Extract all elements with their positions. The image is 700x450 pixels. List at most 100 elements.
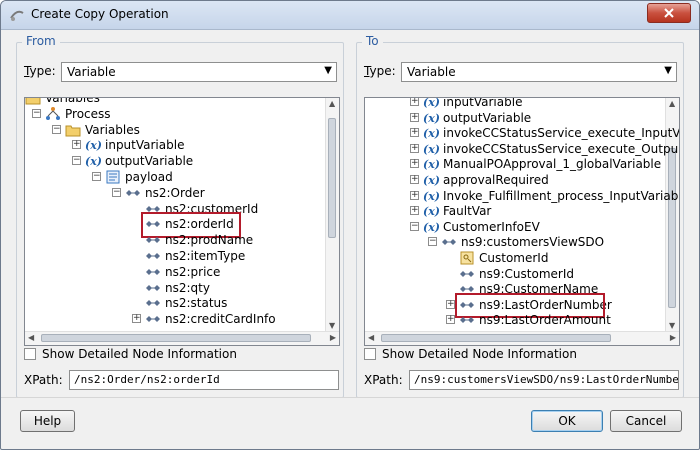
scroll-right-icon[interactable]: ▶ xyxy=(670,333,676,342)
scroll-down-icon[interactable]: ▼ xyxy=(329,321,335,330)
from-tree-node[interactable]: − Variables xyxy=(25,122,325,138)
title-bar: Create Copy Operation xyxy=(1,1,699,30)
svg-text:(x): (x) xyxy=(423,97,439,109)
from-xpath-label: XPath: xyxy=(24,373,63,387)
collapse-icon[interactable]: − xyxy=(92,172,101,181)
element-icon xyxy=(145,264,161,280)
to-xpath-row: XPath: /ns9:customersViewSDO/ns9:LastOrd… xyxy=(364,370,680,390)
collapse-icon[interactable]: − xyxy=(72,156,81,166)
from-tree-node[interactable]: + ns2:creditCardInfo xyxy=(25,311,325,327)
from-tree-node[interactable]: − Process xyxy=(25,106,325,122)
variable-icon: (x) xyxy=(423,125,440,141)
to-tree-node[interactable]: + (x) FaultVar xyxy=(365,203,665,219)
from-tree-node-label: ns2:price xyxy=(165,264,221,279)
variable-icon: (x) xyxy=(423,203,440,219)
collapse-icon[interactable]: − xyxy=(410,221,419,231)
expand-icon[interactable]: + xyxy=(410,206,419,216)
to-tree-node-label: ManualPOApproval_1_globalVariable xyxy=(443,157,662,172)
expand-icon[interactable]: + xyxy=(446,315,455,325)
scroll-up-icon[interactable]: ▲ xyxy=(669,99,675,108)
to-tree-node[interactable]: + ns9:LastOrderAmount xyxy=(365,312,665,328)
expand-icon[interactable]: + xyxy=(410,175,419,184)
to-type-row: Type: Variable ▼ xyxy=(364,62,680,82)
to-type-select[interactable]: Variable ▼ xyxy=(401,62,677,82)
from-xpath-field[interactable]: /ns2:Order/ns2:orderId xyxy=(69,370,339,390)
from-tree-node-label: ns2:Order xyxy=(145,185,205,200)
from-type-select[interactable]: Variable ▼ xyxy=(61,62,337,82)
from-tree-node[interactable]: ns2:price xyxy=(25,264,325,280)
to-xpath-field[interactable]: /ns9:customersViewSDO/ns9:LastOrderNumbe… xyxy=(409,370,679,390)
from-tree-node[interactable]: − payload xyxy=(25,169,325,185)
to-hscroll-thumb[interactable] xyxy=(381,334,611,342)
from-panel: From Type: Variable ▼ ▲ ▼ ◀ ▶ Variables −… xyxy=(16,34,344,398)
to-tree-node[interactable]: + (x) outputVariable xyxy=(365,110,665,126)
to-tree[interactable]: ▲ ▼ ◀ ▶ + (x) inputVariable + (x) outputVaria… xyxy=(364,97,680,346)
to-tree-node[interactable]: + (x) Invoke_Fulfillment_process_InputVari… xyxy=(365,188,678,204)
variable-icon: (x) xyxy=(85,153,102,169)
expand-icon[interactable]: + xyxy=(410,98,419,106)
scroll-left-icon[interactable]: ◀ xyxy=(28,333,34,342)
to-tree-node[interactable]: ns9:CustomerId xyxy=(365,266,665,282)
to-tree-node[interactable]: + (x) approvalRequired xyxy=(365,172,665,188)
to-tree-node[interactable]: + (x) inputVariable xyxy=(365,97,665,110)
from-show-detail-checkbox[interactable] xyxy=(24,348,36,360)
expand-icon[interactable]: + xyxy=(410,190,419,200)
svg-text:(x): (x) xyxy=(423,174,439,187)
from-tree-node[interactable]: ns2:qty xyxy=(25,280,325,296)
scroll-down-icon[interactable]: ▼ xyxy=(669,321,675,330)
svg-text:(x): (x) xyxy=(85,155,101,168)
from-tree-node-label: Variables xyxy=(45,97,100,105)
expand-icon[interactable]: + xyxy=(410,112,419,122)
variable-icon: (x) xyxy=(85,137,102,153)
from-tree-node[interactable]: Variables xyxy=(25,97,325,106)
to-tree-node[interactable]: + (x) invokeCCStatusService_execute_InputV xyxy=(365,125,679,141)
to-tree-node[interactable]: + (x) invokeCCStatusService_execute_Outpu xyxy=(365,141,678,157)
from-horizontal-scrollbar[interactable]: ◀ ▶ xyxy=(25,331,339,345)
cancel-button[interactable]: Cancel xyxy=(610,410,682,432)
scroll-right-icon[interactable]: ▶ xyxy=(330,333,336,342)
from-tree-node[interactable]: − (x) outputVariable xyxy=(25,153,325,169)
to-tree-node[interactable]: − ns9:customersViewSDO xyxy=(365,234,665,250)
expand-icon[interactable]: + xyxy=(410,159,419,169)
from-tree-node-label: ns2:itemType xyxy=(165,249,246,263)
help-button[interactable]: Help xyxy=(20,410,75,432)
to-type-value: Variable xyxy=(407,65,456,79)
to-tree-node[interactable]: + (x) ManualPOApproval_1_globalVariable xyxy=(365,156,665,172)
to-tree-node-label: ns9:CustomerId xyxy=(479,266,574,281)
collapse-icon[interactable]: − xyxy=(52,124,61,134)
svg-text:(x): (x) xyxy=(423,205,439,218)
scroll-left-icon[interactable]: ◀ xyxy=(368,333,374,342)
to-horizontal-scrollbar[interactable]: ◀ ▶ xyxy=(365,331,679,345)
variable-icon: (x) xyxy=(423,172,440,188)
from-tree-node[interactable]: + (x) inputVariable xyxy=(25,137,325,153)
element-icon xyxy=(145,232,161,248)
from-tree-node[interactable]: − ns2:Order xyxy=(25,185,325,201)
to-vscroll-thumb[interactable] xyxy=(668,148,676,308)
scroll-up-icon[interactable]: ▲ xyxy=(329,99,335,108)
to-show-detail-checkbox[interactable] xyxy=(364,348,376,360)
collapse-icon[interactable]: − xyxy=(32,108,41,118)
chevron-down-icon: ▼ xyxy=(664,65,672,76)
expand-icon[interactable]: + xyxy=(72,140,81,150)
from-tree-node-label: inputVariable xyxy=(105,138,185,153)
svg-text:(x): (x) xyxy=(423,190,439,203)
from-tree[interactable]: ▲ ▼ ◀ ▶ Variables − Process − Variables + (x) i… xyxy=(24,97,340,346)
from-tree-node[interactable]: ns2:status xyxy=(25,295,325,311)
from-tree-node[interactable]: ns2:prodName xyxy=(25,232,325,248)
from-vscroll-thumb[interactable] xyxy=(328,118,336,238)
ok-button[interactable]: OK xyxy=(531,410,603,432)
from-vertical-scrollbar[interactable]: ▲ ▼ xyxy=(325,98,339,331)
expand-icon[interactable]: + xyxy=(410,128,419,138)
close-button[interactable] xyxy=(647,3,691,23)
from-hscroll-thumb[interactable] xyxy=(41,334,311,342)
collapse-icon[interactable]: − xyxy=(428,237,437,247)
variable-icon: (x) xyxy=(423,156,440,172)
from-tree-node-label: payload xyxy=(125,170,173,184)
to-tree-node[interactable]: − (x) CustomerInfoEV xyxy=(365,219,665,235)
collapse-icon[interactable]: − xyxy=(112,187,121,197)
expand-icon[interactable]: + xyxy=(446,299,455,309)
expand-icon[interactable]: + xyxy=(410,143,419,153)
expand-icon[interactable]: + xyxy=(132,314,141,324)
from-tree-node[interactable]: ns2:itemType xyxy=(25,248,325,264)
to-tree-node[interactable]: CustomerId xyxy=(365,250,665,266)
